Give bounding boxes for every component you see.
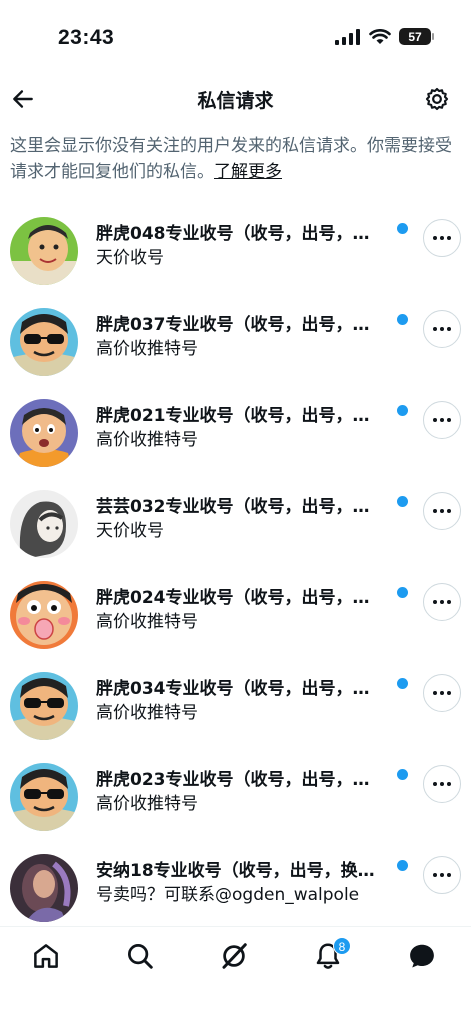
request-row[interactable]: 胖虎024专业收号（收号，出号，换号） 高价收推特号 <box>0 569 471 660</box>
sender-name: 胖虎037专业收号（收号，出号，换号） <box>96 315 384 335</box>
status-time: 23:43 <box>58 26 115 49</box>
unread-indicator <box>397 678 408 689</box>
request-row[interactable]: 胖虎034专业收号（收号，出号，换号） 高价收推特号 <box>0 660 471 751</box>
more-options-button[interactable] <box>423 492 461 530</box>
unread-indicator <box>397 587 408 598</box>
avatar[interactable] <box>10 490 78 558</box>
sender-name: 胖虎024专业收号（收号，出号，换号） <box>96 588 384 608</box>
sender-name: 胖虎021专业收号（收号，出号，换号） <box>96 406 384 426</box>
more-options-button[interactable] <box>423 674 461 712</box>
sender-name: 安纳18专业收号（收号，出号，换号） <box>96 861 384 881</box>
request-row[interactable]: 胖虎048专业收号（收号，出号，换号） 天价收号 <box>0 205 471 296</box>
wifi-icon <box>369 28 391 44</box>
request-row[interactable]: 芸芸032专业收号（收号，出号，换号） 天价收号 <box>0 478 471 569</box>
sender-name: 胖虎023专业收号（收号，出号，换号） <box>96 770 384 790</box>
message-preview: 高价收推特号 <box>96 794 198 814</box>
unread-indicator <box>397 769 408 780</box>
sender-name: 胖虎034专业收号（收号，出号，换号） <box>96 679 384 699</box>
unread-indicator <box>397 860 408 871</box>
grok-icon[interactable] <box>219 941 249 971</box>
request-row[interactable]: 安纳18专业收号（收号，出号，换号） 号卖吗？可联系@ogden_walpole <box>0 842 471 933</box>
message-preview: 高价收推特号 <box>96 703 198 723</box>
more-options-button[interactable] <box>423 856 461 894</box>
search-icon[interactable] <box>125 941 155 971</box>
notifications-badge: 8 <box>333 937 351 955</box>
home-icon[interactable] <box>31 941 61 971</box>
status-bar: 23:43 57 <box>0 0 471 70</box>
message-preview: 高价收推特号 <box>96 612 198 632</box>
message-request-list: 胖虎048专业收号（收号，出号，换号） 天价收号 胖虎037专业收号（收号，出号… <box>0 205 471 933</box>
more-options-button[interactable] <box>423 583 461 621</box>
unread-indicator <box>397 405 408 416</box>
sender-name: 芸芸032专业收号（收号，出号，换号） <box>96 497 384 517</box>
message-preview: 号卖吗？可联系@ogden_walpole <box>96 885 360 905</box>
message-preview: 高价收推特号 <box>96 430 198 450</box>
request-row[interactable]: 胖虎021专业收号（收号，出号，换号） 高价收推特号 <box>0 387 471 478</box>
avatar[interactable] <box>10 399 78 467</box>
unread-indicator <box>397 496 408 507</box>
more-options-button[interactable] <box>423 310 461 348</box>
more-options-button[interactable] <box>423 401 461 439</box>
settings-gear-icon[interactable] <box>423 85 451 113</box>
top-navigation: 私信请求 <box>0 78 471 120</box>
avatar[interactable] <box>10 763 78 831</box>
more-options-button[interactable] <box>423 765 461 803</box>
unread-indicator <box>397 314 408 325</box>
battery-indicator: 57 <box>399 28 434 45</box>
learn-more-link[interactable]: 了解更多 <box>214 162 282 182</box>
page-title: 私信请求 <box>197 90 274 112</box>
sender-name: 胖虎048专业收号（收号，出号，换号） <box>96 224 384 244</box>
avatar[interactable] <box>10 581 78 649</box>
request-row[interactable]: 胖虎023专业收号（收号，出号，换号） 高价收推特号 <box>0 751 471 842</box>
avatar[interactable] <box>10 308 78 376</box>
messages-icon[interactable] <box>407 941 437 971</box>
avatar[interactable] <box>10 672 78 740</box>
status-icons: 57 <box>335 28 434 45</box>
intro-text: 这里会显示你没有关注的用户发来的私信请求。你需要接受请求才能回复他们的私信。了解… <box>10 133 465 185</box>
bottom-tab-bar: 8 <box>0 926 471 1024</box>
more-options-button[interactable] <box>423 219 461 257</box>
avatar[interactable] <box>10 217 78 285</box>
message-preview: 天价收号 <box>96 248 164 268</box>
avatar[interactable] <box>10 854 78 922</box>
request-row[interactable]: 胖虎037专业收号（收号，出号，换号） 高价收推特号 <box>0 296 471 387</box>
message-preview: 天价收号 <box>96 521 164 541</box>
message-preview: 高价收推特号 <box>96 339 198 359</box>
unread-indicator <box>397 223 408 234</box>
cellular-signal-icon <box>335 28 360 45</box>
